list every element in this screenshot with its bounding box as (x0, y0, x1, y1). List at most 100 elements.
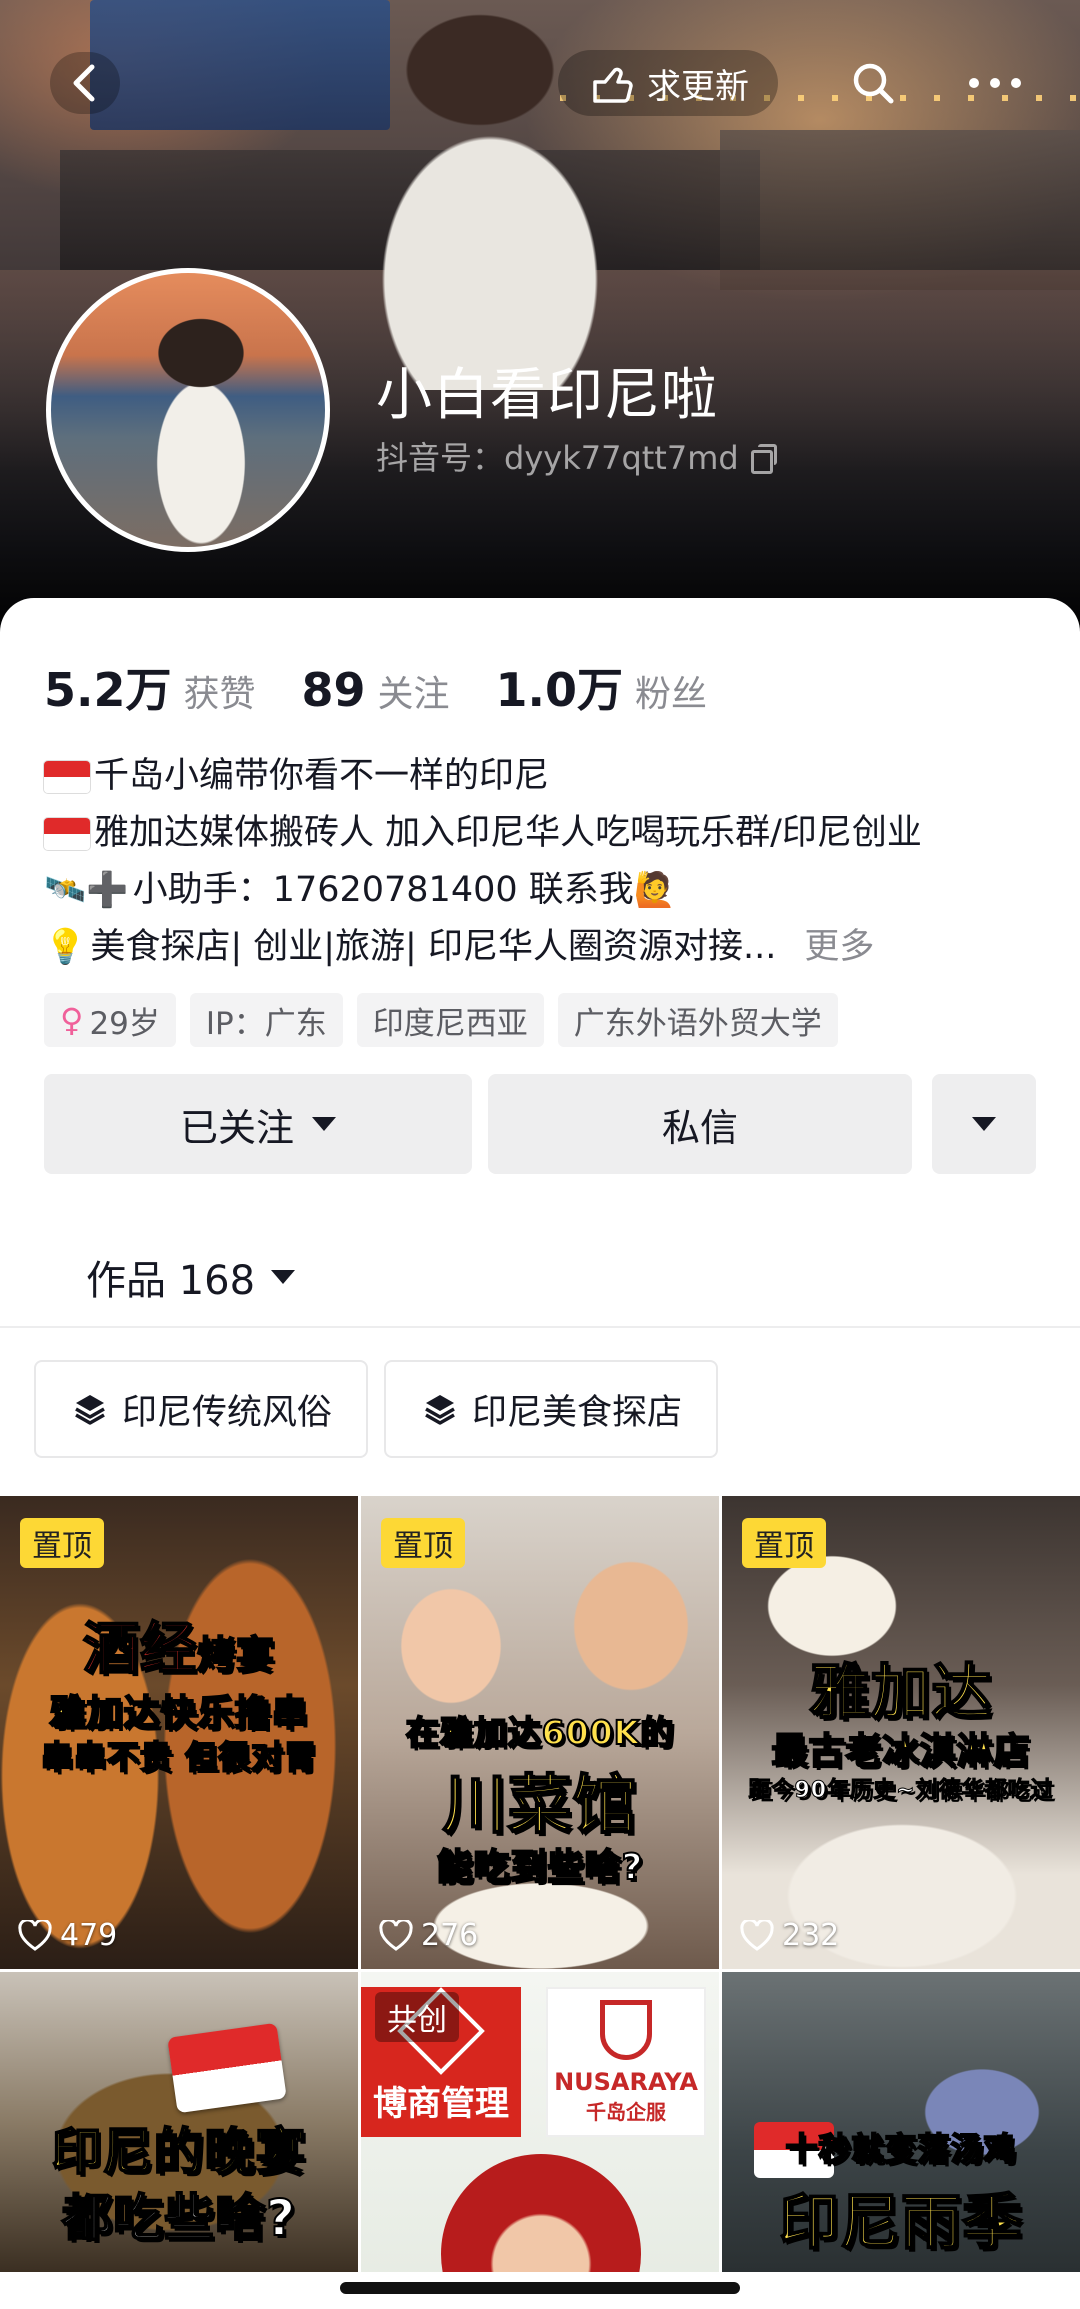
tag-label: IP：广东 (205, 1005, 327, 1042)
pinned-badge: 置顶 (381, 1518, 465, 1568)
stat-value: 1.0万 (495, 663, 624, 717)
heart-icon (18, 1919, 52, 1951)
tag-ip: IP：广东 (189, 993, 343, 1047)
caret-down-icon (271, 1270, 296, 1284)
copy-icon[interactable] (749, 442, 777, 474)
video-caption: 印尼的晚宴 (51, 2122, 307, 2182)
search-icon (853, 63, 894, 104)
bio-text: 雅加达媒体搬砖人 加入印尼华人吃喝玩乐群/印尼创业 (94, 813, 922, 853)
indonesia-flag-icon (44, 760, 90, 793)
video-caption: 雅加达 (809, 1657, 993, 1729)
search-button[interactable] (838, 50, 908, 116)
brand-logo-nusaraya: NUSARAYA 千岛企服 (546, 1987, 706, 2137)
video-caption: 川菜馆 (442, 1768, 638, 1844)
video-caption: 串串不贵 但很对胃 (40, 1737, 318, 1777)
tag-age: ♀ 29岁 (44, 993, 176, 1047)
stat-following[interactable]: 89 关注 (302, 663, 450, 717)
likes-count: 232 (740, 1918, 839, 1953)
layers-icon (75, 1395, 105, 1425)
collection-food[interactable]: 印尼美食探店 (384, 1360, 719, 1458)
likes-count: 276 (379, 1918, 478, 1953)
pinned-badge: 置顶 (20, 1518, 104, 1568)
bio-line: 🛰️➕ 小助手：17620781400 联系我 🙋 (44, 862, 1044, 919)
tag-label: 印度尼西亚 (372, 1005, 528, 1042)
satellite-plus-icon: 🛰️➕ (44, 870, 129, 910)
bio-text: 美食探店| 创业|旅游| 印尼华人圈资源对接... (90, 927, 777, 967)
bio-line: 💡 美食探店| 创业|旅游| 印尼华人圈资源对接... 更多 (44, 919, 1044, 976)
likes-count: 479 (18, 1918, 117, 1953)
tag-label: 广东外语外贸大学 (573, 1005, 822, 1042)
video-caption-sub: 烤宴 (196, 1632, 275, 1678)
stat-likes[interactable]: 5.2万 获赞 (44, 654, 256, 720)
request-update-button[interactable]: 求更新 (558, 50, 778, 116)
likes-value: 276 (421, 1918, 479, 1953)
bio-text: 千岛小编带你看不一样的印尼 (94, 756, 550, 796)
recommend-dropdown-button[interactable] (932, 1074, 1036, 1174)
tag-school[interactable]: 广东外语外贸大学 (557, 993, 838, 1047)
avatar[interactable] (46, 268, 330, 552)
brand-subname: 千岛企服 (586, 2099, 666, 2124)
collections-row: 印尼传统风俗 印尼美食探店 (34, 1360, 719, 1458)
caret-down-icon (312, 1117, 336, 1131)
video-thumbnail[interactable]: 置顶 雅加达 最古老冰淇淋店 距今90年历史~刘德华都吃过 232 (722, 1496, 1080, 1969)
profile-handle-row[interactable]: 抖音号：dyyk77qtt7md (376, 433, 777, 479)
bio[interactable]: 千岛小编带你看不一样的印尼 雅加达媒体搬砖人 加入印尼华人吃喝玩乐群/印尼创业 … (44, 748, 1044, 976)
video-thumbnail[interactable]: 置顶 在雅加达600K的 川菜馆 能吃到些啥? 276 (361, 1496, 719, 1969)
video-thumbnail[interactable]: 博商管理 共创 NUSARAYA 千岛企服 (361, 1972, 719, 2272)
layers-icon (425, 1395, 455, 1425)
bio-line: 雅加达媒体搬砖人 加入印尼华人吃喝玩乐群/印尼创业 (44, 805, 1044, 862)
heart-icon (740, 1919, 774, 1951)
tag-label: 29岁 (89, 1005, 160, 1042)
back-arrow-icon (73, 64, 95, 102)
video-thumbnail[interactable]: 置顶 酒经烤宴 雅加达快乐撸串 串串不贵 但很对胃 479 (0, 1496, 358, 1969)
video-grid: 置顶 酒经烤宴 雅加达快乐撸串 串串不贵 但很对胃 479 置顶 在雅加达600… (0, 1496, 1080, 2272)
message-button[interactable]: 私信 (488, 1074, 912, 1174)
heart-icon (379, 1919, 413, 1951)
profile-handle: 抖音号：dyyk77qtt7md (376, 439, 739, 477)
bio-text: 小助手：17620781400 联系我 (132, 870, 634, 910)
video-caption: 都吃些啥? (61, 2188, 296, 2248)
video-thumbnail[interactable]: 十秒就变落汤鸡 印尼雨季 (722, 1972, 1080, 2272)
brand-name: NUSARAYA (554, 2067, 698, 2096)
collection-label: 印尼传统风俗 (122, 1392, 333, 1433)
stat-label: 关注 (377, 674, 450, 715)
followed-label: 已关注 (179, 1105, 294, 1150)
works-label: 作品 168 (86, 1258, 256, 1304)
video-caption: 酒经烤宴 (0, 1604, 358, 1685)
lightbulb-icon: 💡 (44, 927, 87, 967)
tag-location[interactable]: 印度尼西亚 (356, 993, 544, 1047)
video-thumbnail[interactable]: 印尼的晚宴 都吃些啥? (0, 1972, 358, 2272)
tab-works[interactable]: 作品 168 (86, 1248, 296, 1306)
stat-value: 89 (301, 663, 366, 717)
collection-label: 印尼美食探店 (472, 1392, 683, 1433)
message-label: 私信 (661, 1105, 738, 1150)
video-caption-main: 酒经 (82, 1616, 197, 1683)
stat-label: 粉丝 (635, 674, 708, 715)
profile-tags: ♀ 29岁 IP：广东 印度尼西亚 广东外语外贸大学 (44, 993, 838, 1047)
video-caption: 距今90年历史~刘德华都吃过 (748, 1778, 1054, 1804)
bio-more-link[interactable]: 更多 (804, 919, 874, 976)
divider (0, 1326, 1080, 1328)
bio-line: 千岛小编带你看不一样的印尼 (44, 748, 1044, 805)
video-caption: 雅加达快乐撸串 (48, 1692, 309, 1735)
co-create-badge: 共创 (375, 1992, 459, 2042)
video-caption: 能吃到些啥? (436, 1846, 644, 1889)
video-caption: 十秒就变落汤鸡 (784, 2129, 1017, 2169)
back-button[interactable] (50, 52, 120, 114)
more-options-button[interactable] (955, 50, 1035, 116)
home-indicator[interactable] (340, 2282, 740, 2294)
followed-button[interactable]: 已关注 (44, 1074, 472, 1174)
stat-value: 5.2万 (44, 663, 172, 717)
cover-deck (720, 130, 1080, 290)
presenter-portrait (441, 2154, 641, 2272)
female-icon: ♀ (60, 1001, 84, 1039)
collection-customs[interactable]: 印尼传统风俗 (34, 1360, 369, 1458)
likes-value: 232 (782, 1918, 840, 1953)
stat-followers[interactable]: 1.0万 粉丝 (496, 654, 708, 720)
brand-name: 博商管理 (373, 2083, 509, 2124)
stats-row: 5.2万 获赞 89 关注 1.0万 粉丝 (44, 654, 753, 720)
action-buttons: 已关注 私信 (44, 1074, 1036, 1174)
raising-hand-icon: 🙋 (633, 870, 677, 910)
caret-down-icon (972, 1117, 996, 1131)
video-caption: 在雅加达600K的 (405, 1712, 675, 1753)
